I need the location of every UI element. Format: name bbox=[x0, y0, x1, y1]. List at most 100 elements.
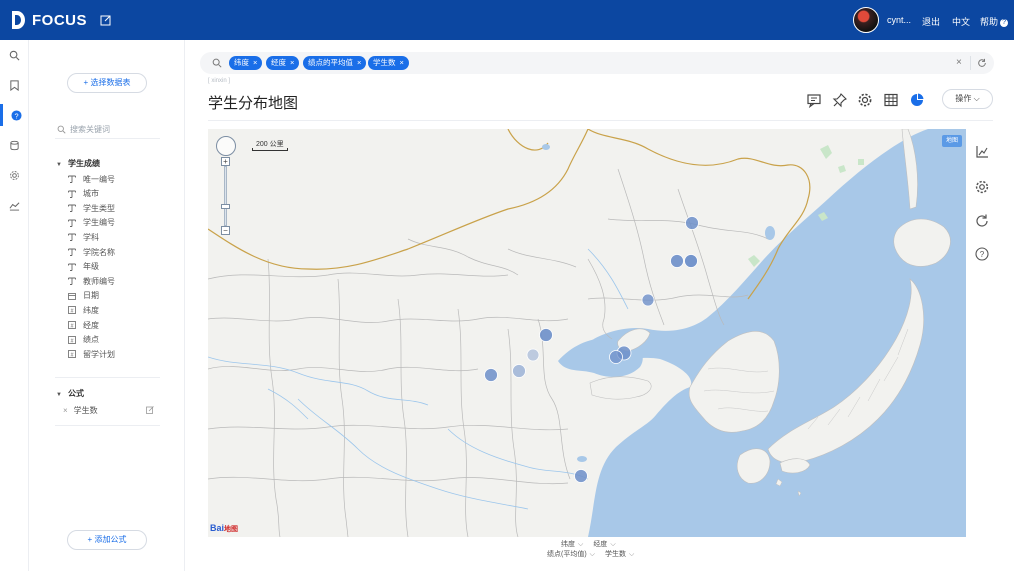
rail-trend[interactable] bbox=[0, 194, 29, 216]
map-point-marker[interactable] bbox=[574, 469, 588, 483]
map-point-marker[interactable] bbox=[684, 254, 698, 268]
logout-link[interactable]: 退出 bbox=[922, 15, 940, 28]
search-chip[interactable]: 学生数 × bbox=[368, 56, 409, 70]
gear-icon[interactable] bbox=[974, 179, 990, 195]
chevron-down-icon[interactable]: ⌵ bbox=[590, 551, 595, 558]
field-item[interactable]: 学生类型 bbox=[68, 202, 115, 214]
formula-label: 学生数 bbox=[73, 406, 98, 415]
map-type-button[interactable]: 地图 bbox=[942, 135, 962, 147]
map-view[interactable]: + − 200 公里 地图 Bai地图 bbox=[208, 129, 966, 537]
field-label: 学生类型 bbox=[83, 203, 115, 213]
field-item[interactable]: # 纬度 bbox=[68, 304, 99, 316]
group-formulas[interactable]: ▼ 公式 bbox=[56, 388, 84, 399]
divider bbox=[970, 56, 971, 70]
zoom-control[interactable]: + − bbox=[221, 157, 230, 235]
map-point-marker[interactable] bbox=[670, 254, 684, 268]
top-bar: FOCUS cynt... 退出 中文 帮助? bbox=[0, 0, 1014, 40]
map-point-marker[interactable] bbox=[512, 364, 526, 378]
pie-chart-icon[interactable] bbox=[909, 92, 925, 108]
field-label: 留学计划 bbox=[83, 349, 115, 359]
map-point-marker[interactable] bbox=[609, 350, 623, 364]
group-student-scores[interactable]: ▼ 学生成绩 bbox=[56, 158, 100, 169]
field-item[interactable]: 年级 bbox=[68, 261, 99, 273]
nav-rail: ? bbox=[0, 40, 29, 571]
remove-formula-icon[interactable]: × bbox=[63, 406, 68, 415]
edit-formula-icon[interactable] bbox=[146, 406, 154, 414]
field-item[interactable]: 日期 bbox=[68, 290, 99, 302]
clear-search-icon[interactable]: × bbox=[956, 57, 962, 68]
field-item[interactable]: 教师编号 bbox=[68, 275, 115, 287]
rail-question[interactable]: ? bbox=[0, 104, 29, 126]
number-field-icon: # bbox=[68, 306, 76, 314]
chip-remove-icon[interactable]: × bbox=[253, 58, 257, 67]
trend-icon bbox=[9, 201, 20, 211]
comment-icon[interactable] bbox=[806, 92, 822, 108]
add-formula-button[interactable]: + 添加公式 bbox=[67, 530, 147, 550]
chip-remove-icon[interactable]: × bbox=[400, 58, 404, 67]
encoding-gpa-average[interactable]: 绩点(平均值) bbox=[547, 551, 587, 558]
zoom-track[interactable] bbox=[224, 166, 227, 226]
field-item[interactable]: 学院名称 bbox=[68, 246, 115, 258]
national-border bbox=[507, 129, 549, 151]
encoding-student-count[interactable]: 学生数 bbox=[605, 551, 626, 558]
zoom-out-button[interactable]: − bbox=[221, 226, 230, 235]
rail-settings[interactable] bbox=[0, 164, 29, 186]
new-tab-icon[interactable] bbox=[100, 14, 112, 26]
operations-dropdown[interactable]: 操作 ⌵ bbox=[942, 89, 993, 109]
axis-chart-icon[interactable] bbox=[974, 144, 990, 160]
lake bbox=[577, 456, 587, 462]
map-point-marker[interactable] bbox=[641, 293, 655, 307]
encoding-longitude[interactable]: 经度 bbox=[593, 541, 607, 548]
user-avatar[interactable] bbox=[853, 7, 879, 33]
keyword-search-field[interactable]: 搜索关键词 bbox=[57, 124, 162, 135]
table-view-icon[interactable] bbox=[883, 92, 899, 108]
help-link[interactable]: 帮助? bbox=[980, 15, 1009, 28]
search-underline bbox=[55, 138, 160, 139]
field-label: 日期 bbox=[83, 291, 99, 301]
refresh-icon[interactable] bbox=[977, 58, 987, 68]
field-item[interactable]: 学科 bbox=[68, 231, 99, 243]
chevron-down-icon[interactable]: ⌵ bbox=[610, 541, 615, 548]
search-chip[interactable]: 纬度 × bbox=[229, 56, 263, 70]
field-item[interactable]: 学生编号 bbox=[68, 217, 115, 229]
field-item[interactable]: 唯一编号 bbox=[68, 173, 115, 185]
zoom-handle[interactable] bbox=[221, 204, 230, 209]
map-point-marker[interactable] bbox=[484, 368, 498, 382]
search-icon bbox=[212, 58, 222, 68]
focus-logo-icon bbox=[12, 11, 25, 29]
field-item[interactable]: 城市 bbox=[68, 188, 99, 200]
search-chip[interactable]: 经度 × bbox=[266, 56, 300, 70]
pan-control[interactable] bbox=[216, 136, 236, 156]
field-item[interactable]: # 经度 bbox=[68, 319, 99, 331]
formula-item[interactable]: × 学生数 bbox=[63, 405, 98, 416]
caret-down-icon: ▼ bbox=[56, 392, 62, 398]
rail-bookmark[interactable] bbox=[0, 74, 29, 96]
app-logo[interactable]: FOCUS bbox=[10, 9, 87, 31]
chip-remove-icon[interactable]: × bbox=[290, 58, 294, 67]
chevron-down-icon[interactable]: ⌵ bbox=[578, 541, 583, 548]
rail-search[interactable] bbox=[0, 44, 29, 66]
chip-remove-icon[interactable]: × bbox=[357, 58, 361, 67]
text-field-icon bbox=[68, 248, 76, 256]
map-point-marker[interactable] bbox=[539, 328, 553, 342]
search-chip[interactable]: 绩点的平均值 × bbox=[303, 56, 367, 70]
rail-database[interactable] bbox=[0, 134, 29, 156]
map-point-marker[interactable] bbox=[526, 348, 540, 362]
chevron-down-icon[interactable]: ⌵ bbox=[629, 551, 634, 558]
search-bar[interactable]: 纬度 × 经度 × 绩点的平均值 × 学生数 × × bbox=[200, 52, 994, 74]
pin-icon[interactable] bbox=[832, 92, 848, 108]
field-label: 年级 bbox=[83, 262, 99, 272]
help-icon[interactable]: ? bbox=[974, 246, 990, 262]
gear-icon[interactable] bbox=[857, 92, 873, 108]
help-icon: ? bbox=[1000, 18, 1009, 27]
user-name[interactable]: cynt... bbox=[887, 15, 911, 25]
refresh-icon[interactable] bbox=[974, 213, 990, 229]
field-item[interactable]: # 绩点 bbox=[68, 334, 99, 346]
select-table-button[interactable]: + 选择数据表 bbox=[67, 73, 147, 93]
map-point-marker[interactable] bbox=[685, 216, 699, 230]
group-label: 学生成绩 bbox=[67, 159, 100, 168]
field-item[interactable]: # 留学计划 bbox=[68, 348, 115, 360]
language-link[interactable]: 中文 bbox=[952, 15, 970, 28]
zoom-in-button[interactable]: + bbox=[221, 157, 230, 166]
encoding-latitude[interactable]: 纬度 bbox=[561, 541, 575, 548]
